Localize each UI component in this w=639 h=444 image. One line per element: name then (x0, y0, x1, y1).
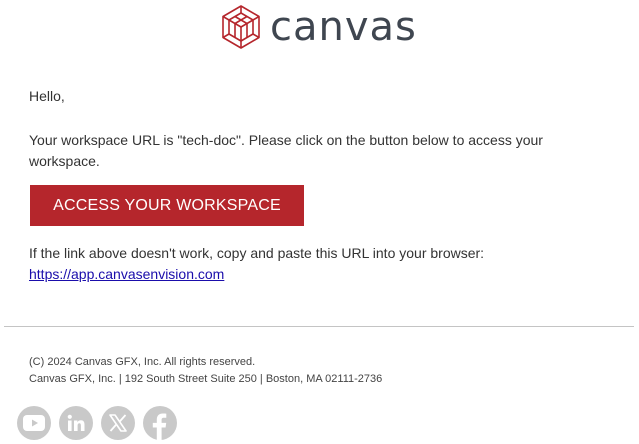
copyright-text: (C) 2024 Canvas GFX, Inc. All rights res… (29, 356, 256, 368)
facebook-icon[interactable] (143, 406, 177, 440)
email-page: canvas Hello, Your workspace URL is "tec… (0, 0, 639, 444)
company-address: Canvas GFX, Inc. | 192 South Street Suit… (29, 373, 383, 385)
workspace-url-link[interactable]: https://app.canvasenvision.com (29, 266, 224, 282)
fallback-instructions: If the link above doesn't work, copy and… (29, 245, 485, 261)
logo-wordmark: canvas (270, 4, 417, 50)
x-twitter-icon[interactable] (101, 406, 135, 440)
canvas-cube-logo-icon (222, 5, 260, 49)
access-workspace-button[interactable]: ACCESS YOUR WORKSPACE (30, 185, 304, 226)
greeting-text: Hello, (29, 88, 65, 104)
linkedin-icon[interactable] (59, 406, 93, 440)
social-links (17, 406, 185, 440)
youtube-icon[interactable] (17, 406, 51, 440)
workspace-url-message: Your workspace URL is "tech-doc". Please… (29, 132, 543, 169)
footer-divider (4, 326, 634, 327)
canvas-logo: canvas (220, 4, 417, 50)
